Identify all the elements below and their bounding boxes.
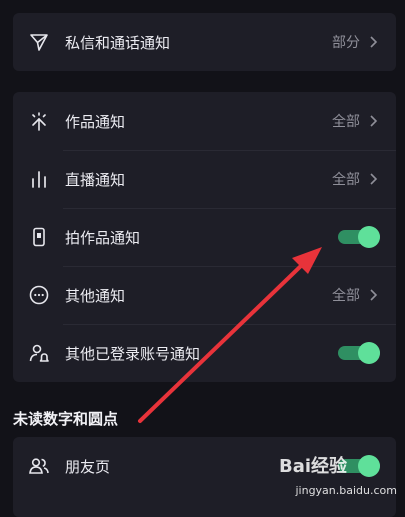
row-other-account-notification: 其他已登录账号通知	[13, 324, 396, 382]
row-value: 全部	[332, 288, 360, 304]
watermark-url: jingyan.baidu.com	[295, 484, 397, 497]
phone-record-icon	[28, 226, 50, 248]
section-title: 未读数字和圆点	[13, 410, 119, 428]
row-label: 直播通知	[65, 170, 126, 189]
notification-settings-card: 作品通知 全部 直播通知 全部 拍作品通知 其他通知 全部 其他已登录账号通知	[13, 92, 396, 382]
row-value: 全部	[332, 172, 360, 188]
row-works-notification[interactable]: 作品通知 全部	[13, 92, 396, 150]
chevron-right-icon	[370, 289, 378, 301]
row-label: 私信和通话通知	[65, 33, 171, 52]
row-shoot-notification: 拍作品通知	[13, 208, 396, 266]
row-label: 作品通知	[65, 112, 126, 131]
row-other-notification[interactable]: 其他通知 全部	[13, 266, 396, 324]
baidu-watermark: Bai经验 jingyan.baidu.com	[269, 451, 397, 497]
toggle-switch[interactable]	[338, 226, 380, 248]
row-value: 部分	[332, 35, 360, 51]
toggle-switch[interactable]	[338, 342, 380, 364]
bars-icon	[28, 168, 50, 190]
baidu-logo-icon: Bai经验	[279, 455, 348, 477]
user-bell-icon	[28, 342, 50, 364]
chevron-right-icon	[370, 173, 378, 185]
chevron-right-icon	[370, 36, 378, 48]
row-private-message-call[interactable]: 私信和通话通知 部分	[13, 13, 396, 71]
row-live-notification[interactable]: 直播通知 全部	[13, 150, 396, 208]
sparkle-icon	[28, 110, 50, 132]
direct-message-card: 私信和通话通知 部分	[13, 13, 396, 71]
friends-icon	[28, 455, 50, 477]
svg-text:Bai经验: Bai经验	[279, 455, 348, 477]
row-value: 全部	[332, 114, 360, 130]
row-label: 其他通知	[65, 286, 126, 305]
more-circle-icon	[28, 284, 50, 306]
chevron-right-icon	[370, 115, 378, 127]
paper-plane-icon	[28, 31, 50, 53]
